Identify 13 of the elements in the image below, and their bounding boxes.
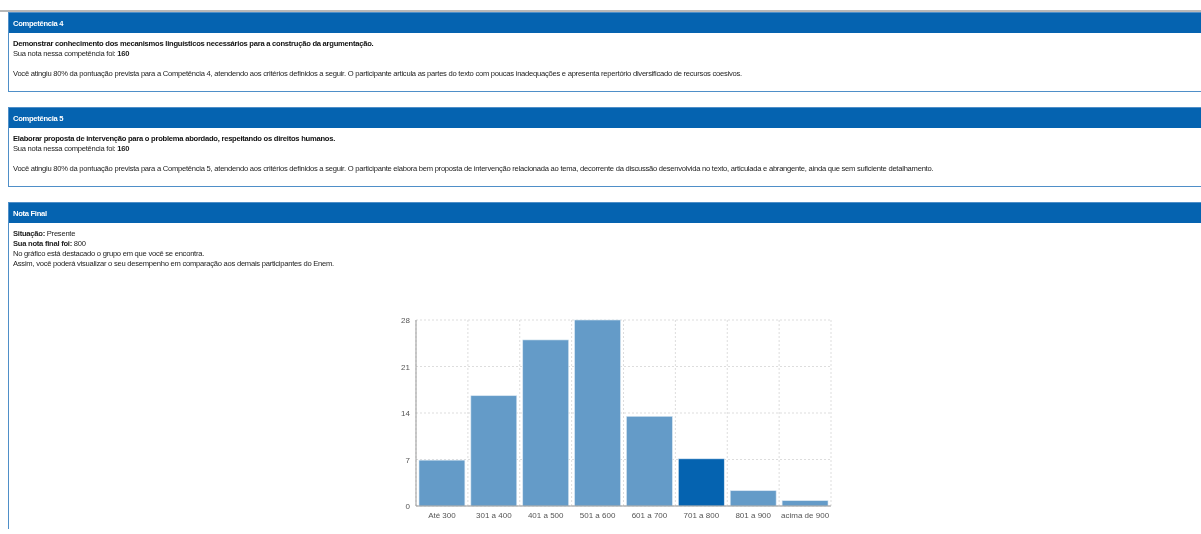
x-category-label: 801 a 900 <box>735 511 771 520</box>
y-tick-label: 0 <box>405 502 410 511</box>
y-tick-label: 14 <box>401 409 410 418</box>
x-category-label: 401 a 500 <box>527 511 564 520</box>
x-category-label: 301 a 400 <box>476 511 512 520</box>
x-category-label: Até 300 <box>428 511 456 520</box>
y-tick-label: 7 <box>405 455 410 465</box>
x-category-label: acima de 900 <box>781 511 830 520</box>
x-category-label: 701 a 800 <box>683 511 720 520</box>
x-category-label: 501 a 600 <box>579 511 616 520</box>
y-tick-label: 28 <box>401 316 410 325</box>
y-tick-label: 21 <box>401 362 410 372</box>
x-category-label: 601 a 700 <box>631 511 668 520</box>
